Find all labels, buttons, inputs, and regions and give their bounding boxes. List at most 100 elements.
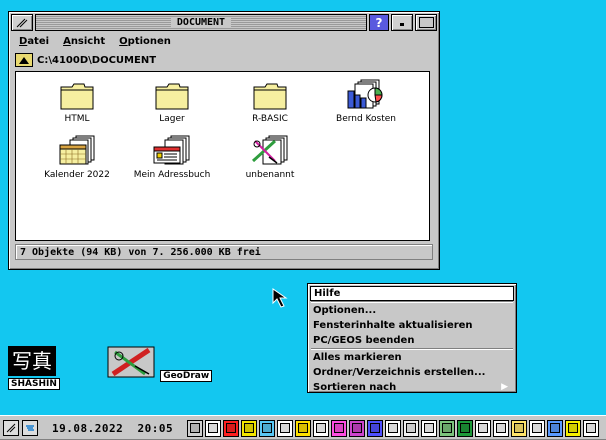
ctx-item-label: Ordner/Verzeichnis erstellen... <box>313 367 486 378</box>
quick-launch-app-icon[interactable] <box>547 419 564 437</box>
quick-launch-app-icon[interactable] <box>241 419 258 437</box>
app-glyph-icon <box>514 423 525 433</box>
help-button[interactable]: ? <box>369 14 389 31</box>
ctx-item-label: Fensterinhalte aktualisieren <box>313 320 473 331</box>
drawing-document-icon <box>251 135 288 165</box>
quick-launch-app-icon[interactable] <box>187 419 204 437</box>
quick-launch-app-icon[interactable] <box>367 419 384 437</box>
file-item-label: Kalender 2022 <box>44 170 110 180</box>
parent-folder-button[interactable] <box>15 53 33 67</box>
window-title: DOCUMENT <box>35 14 367 31</box>
app-glyph-icon <box>190 423 201 433</box>
ctx-item-hilfe[interactable]: Hilfe <box>310 286 514 301</box>
app-glyph-icon <box>550 423 561 433</box>
quick-launch-app-icon[interactable] <box>223 419 240 437</box>
quick-launch-app-icon[interactable] <box>277 419 294 437</box>
file-item-r-basic[interactable]: R-BASIC <box>225 82 315 124</box>
app-glyph-icon <box>586 423 597 433</box>
ctx-item-aktualisieren[interactable]: Fensterinhalte aktualisieren <box>308 318 516 333</box>
shashin-app-icon: 写真 <box>8 346 56 376</box>
menu-optionen[interactable]: Optionen <box>119 36 171 47</box>
window-title-text: DOCUMENT <box>170 17 232 28</box>
quick-launch-app-icon[interactable] <box>385 419 402 437</box>
app-glyph-icon <box>568 423 579 433</box>
express-menu-button[interactable] <box>3 420 19 436</box>
quick-launch-app-icon[interactable] <box>493 419 510 437</box>
ctx-item-ordner-erstellen[interactable]: Ordner/Verzeichnis erstellen... <box>308 365 516 380</box>
desktop-icon-shashin[interactable]: 写真 SHASHIN <box>8 346 60 390</box>
ctx-item-label: Sortieren nach <box>313 382 397 393</box>
desktop-icon-geodraw[interactable]: GeoDraw <box>105 346 213 382</box>
maximize-button[interactable] <box>415 14 437 31</box>
folder-content[interactable]: HTML Lager R-BASIC Bernd Kosten Kalender… <box>15 71 430 241</box>
folder-icon <box>253 83 287 110</box>
minimize-icon <box>400 23 404 26</box>
minimize-button[interactable] <box>391 14 413 31</box>
quick-launch-app-icon[interactable] <box>403 419 420 437</box>
app-glyph-icon <box>478 423 489 433</box>
file-item-kalender[interactable]: Kalender 2022 <box>32 135 122 180</box>
quick-launch-app-icon[interactable] <box>205 419 222 437</box>
quick-launch-app-icon[interactable] <box>511 419 528 437</box>
app-glyph-icon <box>280 423 291 433</box>
mouse-pointer-icon <box>272 288 288 308</box>
menu-ansicht[interactable]: Ansicht <box>63 36 105 47</box>
quick-launch-app-icon[interactable] <box>583 419 600 437</box>
file-item-lager[interactable]: Lager <box>127 82 217 124</box>
file-item-bernd-kosten[interactable]: Bernd Kosten <box>321 79 411 124</box>
folder-icon <box>155 83 189 110</box>
task-list-button[interactable] <box>22 420 38 436</box>
status-bar: 7 Objekte (94 KB) von 7. 256.000 KB frei <box>15 244 433 260</box>
desktop-icon-label: GeoDraw <box>160 370 213 382</box>
system-menu-button[interactable] <box>11 14 33 31</box>
folder-window[interactable]: DOCUMENT ? Datei Ansicht Optionen C:\410… <box>8 11 440 270</box>
quick-launch-app-icon[interactable] <box>259 419 276 437</box>
quick-launch-app-icon[interactable] <box>295 419 312 437</box>
file-item-unbenannt[interactable]: unbenannt <box>225 135 315 180</box>
menu-datei[interactable]: Datei <box>19 36 49 47</box>
taskbar-clock: 19.08.2022 20:05 <box>52 422 173 435</box>
ctx-item-label: Optionen... <box>313 305 377 316</box>
quick-launch-app-icon[interactable] <box>331 419 348 437</box>
task-list-icon <box>26 425 34 431</box>
file-item-label: Lager <box>159 114 185 124</box>
ctx-item-optionen[interactable]: Optionen... <box>308 303 516 318</box>
ctx-item-alles-markieren[interactable]: Alles markieren <box>308 350 516 365</box>
path-bar: C:\4100D\DOCUMENT <box>15 52 433 68</box>
quick-launch-app-icon[interactable] <box>421 419 438 437</box>
quick-launch-bar <box>187 419 601 437</box>
quick-launch-app-icon[interactable] <box>475 419 492 437</box>
app-glyph-icon <box>442 423 453 433</box>
taskbar: 19.08.2022 20:05 <box>0 415 606 440</box>
quick-launch-app-icon[interactable] <box>565 419 582 437</box>
express-menu-icon <box>6 423 16 433</box>
submenu-arrow-icon: ▶ <box>501 382 508 392</box>
quick-launch-app-icon[interactable] <box>439 419 456 437</box>
app-glyph-icon <box>226 423 237 433</box>
app-glyph-icon <box>262 423 273 433</box>
app-glyph-icon <box>388 423 399 433</box>
calendar-document-icon <box>59 135 95 165</box>
clock-time: 20:05 <box>137 421 174 435</box>
file-item-adressbuch[interactable]: Mein Adressbuch <box>127 135 217 180</box>
status-text: 7 Objekte (94 KB) von 7. 256.000 KB frei <box>20 246 261 258</box>
app-glyph-icon <box>460 423 471 433</box>
app-glyph-icon <box>352 423 363 433</box>
title-bar[interactable]: DOCUMENT ? <box>11 14 437 31</box>
app-glyph-icon <box>370 423 381 433</box>
app-glyph-icon <box>208 423 219 433</box>
ctx-item-label: Alles markieren <box>313 352 402 363</box>
file-item-label: unbenannt <box>245 170 295 180</box>
quick-launch-app-icon[interactable] <box>529 419 546 437</box>
system-menu-icon <box>16 18 28 27</box>
quick-launch-app-icon[interactable] <box>349 419 366 437</box>
context-menu: Hilfe Optionen... Fensterinhalte aktuali… <box>307 283 517 393</box>
ctx-item-sortieren[interactable]: Sortieren nach ▶ <box>308 380 516 395</box>
geodraw-app-icon <box>107 346 155 378</box>
file-item-label: R-BASIC <box>252 114 288 124</box>
quick-launch-app-icon[interactable] <box>313 419 330 437</box>
quick-launch-app-icon[interactable] <box>457 419 474 437</box>
ctx-item-beenden[interactable]: PC/GEOS beenden <box>308 333 516 348</box>
file-item-html[interactable]: HTML <box>32 82 122 124</box>
file-item-label: Bernd Kosten <box>336 114 396 124</box>
